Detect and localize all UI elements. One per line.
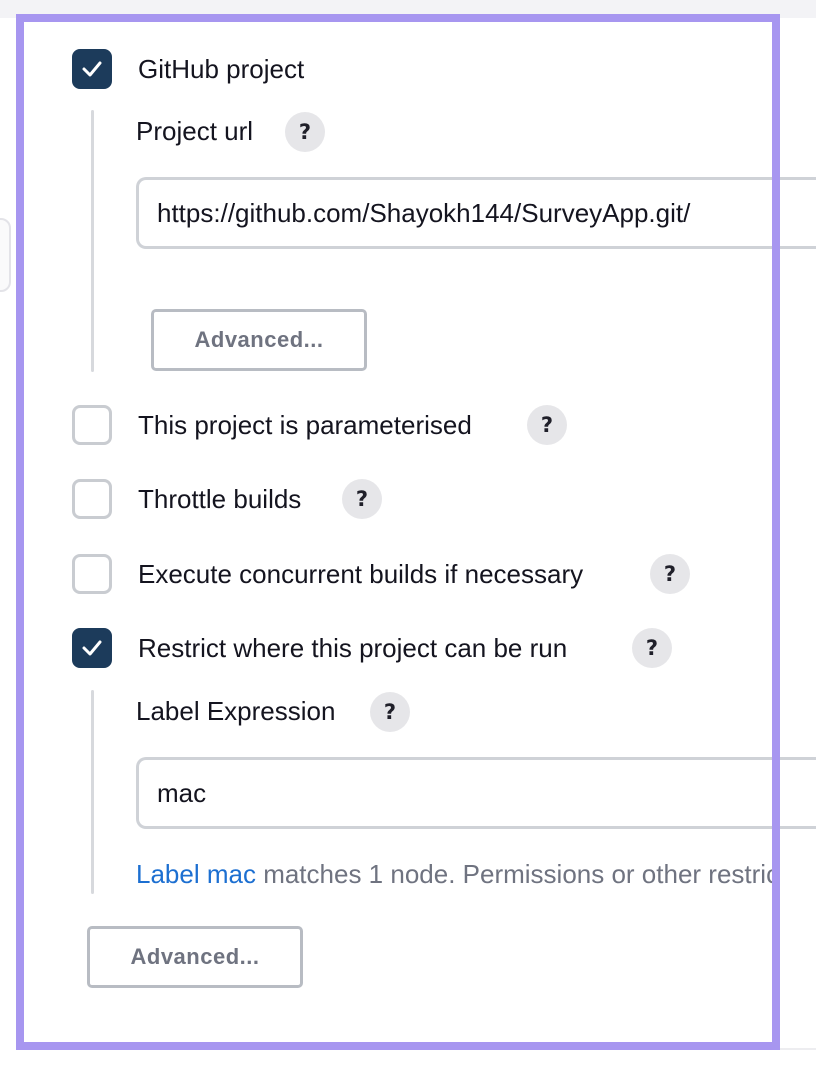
- github-advanced-button[interactable]: Advanced...: [151, 309, 367, 371]
- restrict-run-help-icon[interactable]: ?: [632, 628, 672, 668]
- label-match-text: matches 1 node. Permissions or other res…: [255, 859, 780, 889]
- label-match-message: Label mac matches 1 node. Permissions or…: [136, 859, 779, 889]
- partial-sidebar-control: [0, 218, 11, 292]
- advanced-button[interactable]: Advanced...: [87, 926, 303, 988]
- label-expression-input[interactable]: [136, 757, 816, 829]
- github-nested-line: [91, 110, 94, 372]
- checkmark-icon: [82, 61, 102, 77]
- throttle-builds-checkbox[interactable]: [72, 479, 112, 519]
- parameterised-checkbox[interactable]: [72, 405, 112, 445]
- concurrent-builds-label[interactable]: Execute concurrent builds if necessary: [138, 559, 583, 589]
- top-strip: [0, 0, 816, 18]
- project-url-label: Project url: [136, 116, 254, 146]
- concurrent-builds-checkbox[interactable]: [72, 554, 112, 594]
- throttle-builds-help-icon[interactable]: ?: [342, 479, 382, 519]
- restrict-nested-line: [91, 690, 94, 894]
- github-project-label[interactable]: GitHub project: [138, 54, 304, 84]
- label-expression-label: Label Expression: [136, 696, 336, 726]
- parameterised-help-icon[interactable]: ?: [527, 405, 567, 445]
- github-project-checkbox[interactable]: [72, 49, 112, 89]
- parameterised-label[interactable]: This project is parameterised: [138, 410, 472, 440]
- concurrent-builds-help-icon[interactable]: ?: [650, 554, 690, 594]
- restrict-run-checkbox[interactable]: [72, 628, 112, 668]
- project-url-input[interactable]: [136, 177, 816, 249]
- restrict-run-label[interactable]: Restrict where this project can be run: [138, 633, 567, 663]
- label-expression-help-icon[interactable]: ?: [370, 692, 410, 732]
- highlight-frame: [16, 14, 780, 1050]
- checkmark-icon: [82, 640, 102, 656]
- throttle-builds-label[interactable]: Throttle builds: [138, 484, 301, 514]
- label-mac-link[interactable]: Label mac: [136, 859, 256, 889]
- project-url-help-icon[interactable]: ?: [285, 112, 325, 152]
- section-divider: [760, 1048, 816, 1050]
